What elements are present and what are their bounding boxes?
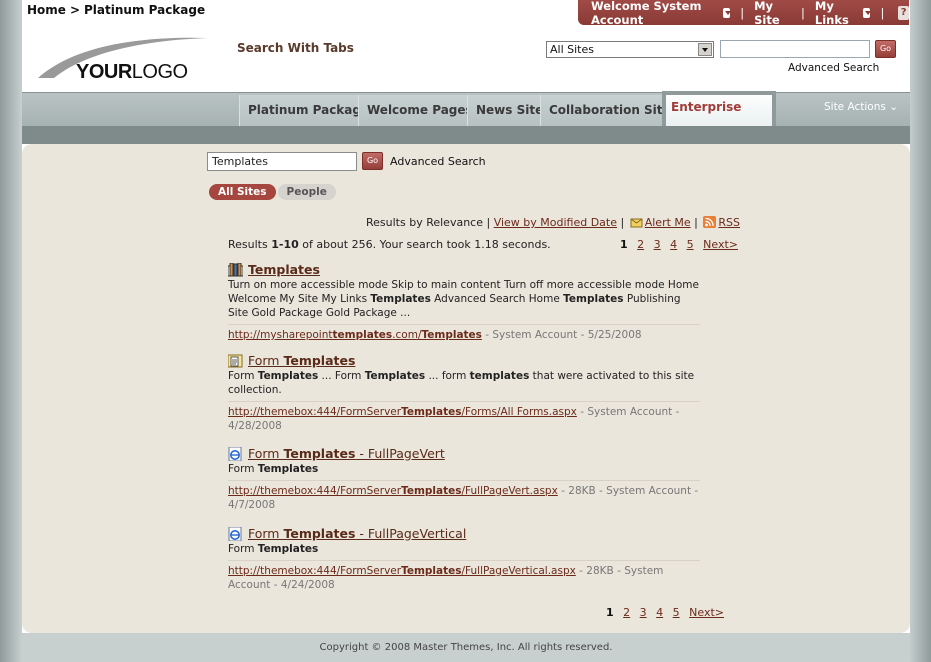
divider [228, 560, 700, 561]
breadcrumb-separator: > [69, 3, 80, 17]
logo-text: YOURLOGO [76, 61, 188, 83]
sort-by-relevance: Results by Relevance [366, 216, 483, 229]
search-input[interactable]: Templates [207, 152, 357, 171]
help-icon[interactable]: ? [898, 5, 909, 20]
breadcrumb-home[interactable]: Home [27, 3, 66, 17]
result-description: Form Templates [228, 543, 319, 555]
page-current: 1 [620, 238, 628, 251]
top-search-input[interactable] [720, 40, 870, 58]
page-link[interactable]: 5 [673, 606, 680, 619]
dropdown-icon [863, 7, 872, 18]
page-current: 1 [606, 606, 614, 619]
result-title-link[interactable]: Form Templates [248, 353, 355, 368]
result-meta: - System Account - 5/25/2008 [481, 329, 642, 341]
result-title-link[interactable]: Form Templates - FullPageVert [248, 446, 445, 461]
page-frame: Home > Platinum Package Welcome System Acc… [22, 0, 910, 662]
top-advanced-search-link[interactable]: Advanced Search [788, 62, 879, 74]
result-url-line: http://mysharepointtemplates.com/Templat… [228, 328, 700, 342]
page-link[interactable]: 2 [637, 238, 644, 251]
sort-bar: Results by Relevance | View by Modified … [366, 216, 740, 229]
result-url-link[interactable]: http://themebox:444/FormServerTemplates/… [228, 485, 558, 497]
my-links-menu[interactable]: My Links [814, 0, 872, 27]
result-title-link[interactable]: Form Templates - FullPageVertical [248, 526, 466, 541]
divider [228, 324, 700, 325]
welcome-label: Welcome System Account [591, 0, 702, 27]
view-by-modified-date-link[interactable]: View by Modified Date [494, 216, 617, 229]
welcome-bar: Welcome System Account | My Site | My Li… [578, 0, 909, 27]
search-go-button[interactable]: Go [362, 152, 383, 170]
scope-tab-people[interactable]: People [277, 184, 336, 200]
rss-icon [703, 216, 717, 228]
page-link[interactable]: 4 [670, 238, 677, 251]
search-tabs-title: Search With Tabs [237, 41, 354, 55]
top-nav: Platinum Package Welcome Pages News Site… [22, 91, 910, 144]
dropdown-icon [722, 7, 731, 18]
result-url-line: http://themebox:444/FormServerTemplates/… [228, 484, 700, 512]
result-url-link[interactable]: http://mysharepointtemplates.com/Templat… [228, 329, 482, 341]
search-result: Form Templates - FullPageVert Form Templ… [228, 446, 700, 512]
search-result: Templates Turn on more accessible mode S… [228, 262, 700, 342]
next-page-link[interactable]: Next> [689, 606, 724, 619]
result-url-link[interactable]: http://themebox:444/FormServerTemplates/… [228, 406, 577, 418]
scope-select-value: All Sites [550, 43, 594, 56]
footer: Copyright © 2008 Master Themes, Inc. All… [22, 633, 910, 662]
pager-top: 1 2 3 4 5 Next> [620, 238, 738, 251]
breadcrumb: Home > Platinum Package [27, 3, 205, 17]
breadcrumb-current: Platinum Package [84, 3, 206, 17]
scope-tab-all-sites[interactable]: All Sites [209, 184, 276, 200]
ie-page-icon [228, 526, 242, 541]
chevron-down-icon: ⌄ [889, 101, 898, 113]
result-url-line: http://themebox:444/FormServerTemplates/… [228, 405, 700, 433]
separator: | [740, 5, 745, 20]
site-actions-label: Site Actions [823, 101, 886, 113]
rss-link[interactable]: RSS [718, 216, 740, 229]
pager-bottom: 1 2 3 4 5 Next> [606, 606, 724, 619]
divider [228, 480, 700, 481]
site-actions-menu[interactable]: Site Actions ⌄ [824, 101, 898, 113]
result-url-line: http://themebox:444/FormServerTemplates/… [228, 564, 700, 592]
page-link[interactable]: 5 [687, 238, 694, 251]
result-title-link[interactable]: Templates [248, 262, 320, 277]
page-link[interactable]: 3 [654, 238, 661, 251]
logo[interactable]: YOURLOGO [36, 34, 211, 84]
result-description: Form Templates ... Form Templates ... fo… [228, 370, 695, 396]
search-result: Form Templates - FullPageVertical Form T… [228, 526, 700, 592]
result-description: Turn on more accessible mode Skip to mai… [228, 279, 699, 319]
divider [228, 401, 700, 402]
alert-me-link[interactable]: Alert Me [645, 216, 691, 229]
search-result: Form Templates Form Templates ... Form T… [228, 353, 700, 433]
separator: | [880, 5, 885, 20]
alert-icon [630, 218, 643, 228]
top-go-button[interactable]: Go [875, 40, 896, 58]
chevron-down-icon [698, 43, 712, 56]
nav-shadow-band [22, 126, 910, 144]
scope-select[interactable]: All Sites [546, 41, 714, 58]
tab-welcome-pages[interactable]: Welcome Pages [358, 95, 482, 126]
page-link[interactable]: 4 [656, 606, 663, 619]
copyright-text: Copyright © 2008 Master Themes, Inc. All… [319, 642, 613, 653]
form-library-icon [228, 354, 243, 367]
page-link[interactable]: 2 [623, 606, 630, 619]
my-links-label: My Links [814, 0, 849, 27]
result-url-link[interactable]: http://themebox:444/FormServerTemplates/… [228, 565, 576, 577]
ie-page-icon [228, 446, 242, 461]
site-icon [228, 262, 243, 276]
my-site-link[interactable]: My Site [754, 0, 791, 27]
header: Home > Platinum Package Welcome System Acc… [22, 0, 910, 92]
result-description: Form Templates [228, 463, 319, 475]
advanced-search-link[interactable]: Advanced Search [390, 155, 486, 168]
tab-enterprise-sites[interactable]: Enterprise Sites [662, 91, 776, 144]
separator: | [801, 5, 805, 20]
welcome-menu[interactable]: Welcome System Account [591, 0, 731, 27]
main-content: Templates Go Advanced Search All Sites P… [22, 144, 910, 633]
next-page-link[interactable]: Next> [703, 238, 738, 251]
scope-tabs: All Sites People [209, 184, 338, 200]
page-link[interactable]: 3 [640, 606, 647, 619]
